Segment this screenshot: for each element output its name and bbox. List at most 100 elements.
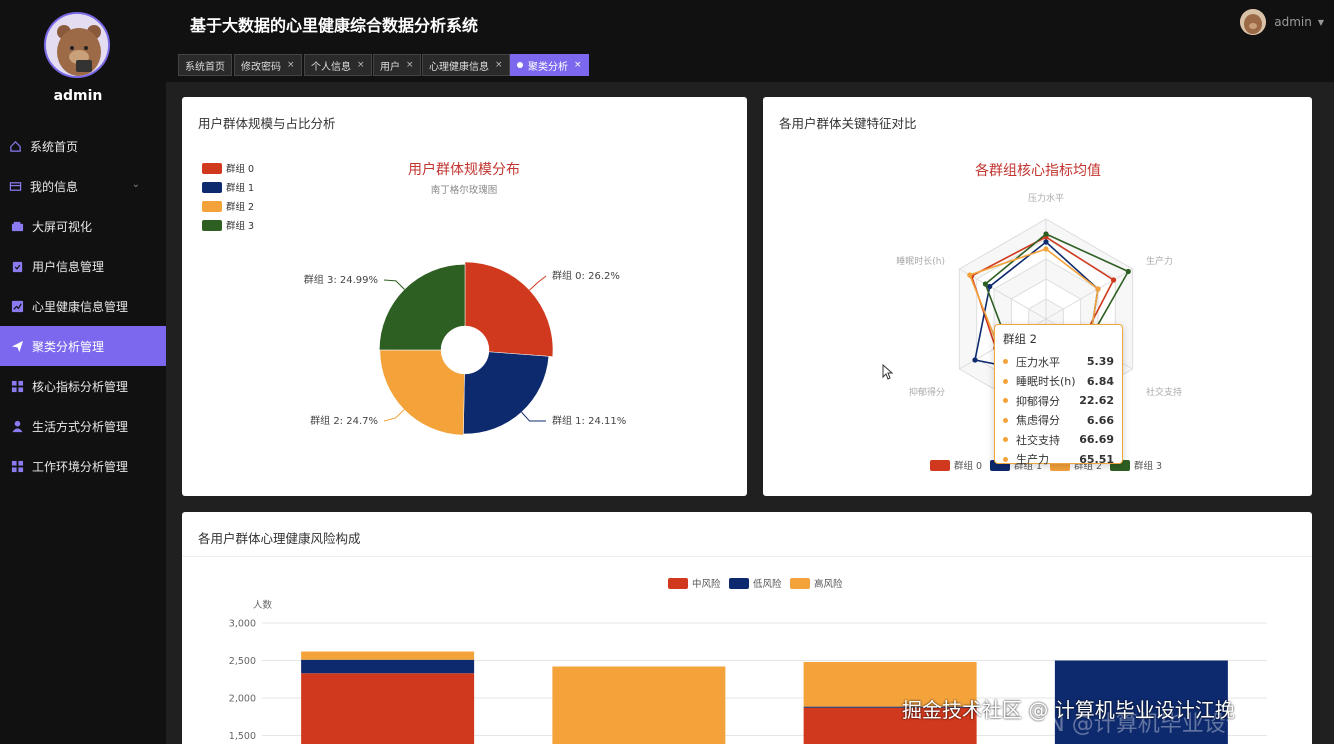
radar-point: [1043, 231, 1049, 237]
tooltip-row-name: 社交支持: [1016, 433, 1060, 447]
tab-label: 系统首页: [185, 61, 225, 73]
tooltip-row-name: 压力水平: [1016, 355, 1060, 369]
series-dot-icon: [1003, 359, 1008, 365]
pie-card: 用户群体规模与占比分析 用户群体规模分布 南丁格尔玫瑰图 群组 0 群组 1 群组 2群…: [182, 97, 747, 496]
top-header: 基于大数据的心里健康综合数据分析系统 admin ▼: [166, 0, 1334, 48]
tab-bar: 系统首页 修改密码 × 个人信息 × 用户 × 心理健康信息 × 聚类分析 ×: [166, 48, 1334, 82]
mouse-cursor-icon: [882, 364, 894, 380]
series-dot-icon: [1003, 378, 1008, 384]
tooltip-row-name: 焦虑得分: [1016, 414, 1060, 428]
sidebar-item-3[interactable]: 大屏可视化: [0, 206, 166, 246]
tab-6[interactable]: 聚类分析 ×: [510, 54, 589, 76]
close-icon[interactable]: ×: [495, 60, 503, 70]
pie-label-line: [529, 275, 547, 291]
radar-tooltip: 群组 2 压力水平 5.39 睡眠时长(h) 6.84 抑郁得分 22.62 焦虑得分 6.6…: [994, 324, 1123, 466]
radar-point: [1095, 286, 1101, 292]
legend-label: 群组 3: [1134, 460, 1162, 472]
tooltip-row-value: 22.62: [1079, 394, 1114, 408]
tooltip-row-value: 5.39: [1086, 355, 1114, 369]
close-icon[interactable]: ×: [574, 60, 582, 70]
legend-swatch: [668, 578, 688, 589]
tooltip-row-value: 66.69: [1079, 433, 1114, 447]
tooltip-row-name: 睡眠时长(h): [1016, 375, 1076, 389]
tooltip-row-name: 抑郁得分: [1016, 394, 1060, 408]
legend-label: 中风险: [692, 578, 721, 590]
pie-slice: [463, 351, 550, 435]
avatar[interactable]: [44, 12, 110, 78]
sidebar-item-9[interactable]: 工作环境分析管理: [0, 446, 166, 486]
pie-label-line: [383, 409, 405, 422]
close-icon[interactable]: ×: [357, 60, 365, 70]
pie-label: 群组 0: 26.2%: [552, 269, 620, 282]
tab-label: 用户: [380, 61, 400, 73]
tab-label: 个人信息: [311, 61, 351, 73]
sidebar-item-2[interactable]: 我的信息 ⌄: [0, 166, 166, 206]
sidebar-item-7[interactable]: 核心指标分析管理: [0, 366, 166, 406]
tooltip-row: 生产力 65.51: [1003, 450, 1114, 470]
radar-indicator-label: 社交支持: [1146, 386, 1182, 398]
radar-indicator-label: 生产力: [1146, 255, 1173, 267]
tab-label: 修改密码: [241, 61, 281, 73]
pie-title: 用户群体规模分布: [408, 161, 520, 178]
tooltip-title: 群组 2: [1003, 332, 1037, 346]
home-icon: [8, 139, 22, 153]
grid-icon: [10, 459, 24, 473]
person-icon: [10, 419, 24, 433]
sidebar-item-label: 工作环境分析管理: [32, 459, 129, 474]
grid-icon: [10, 379, 24, 393]
tooltip-rows: 压力水平 5.39 睡眠时长(h) 6.84 抑郁得分 22.62 焦虑得分 6.66 社交支持…: [1003, 352, 1114, 469]
pie-slice: [464, 261, 554, 357]
sidebar-item-1[interactable]: 系统首页: [0, 126, 166, 166]
tab-1[interactable]: 系统首页: [178, 54, 232, 76]
tab-label: 心理健康信息: [429, 61, 489, 73]
sidebar: admin 系统首页 我的信息 ⌄ 大屏可视化 用户信息管理 心里健康信息管理 聚类分析管理…: [0, 0, 166, 744]
sidebar-item-label: 心里健康信息管理: [32, 299, 129, 314]
tooltip-row-value: 6.84: [1086, 374, 1114, 388]
legend-label: 群组 3: [226, 220, 254, 232]
legend-swatch: [202, 182, 222, 193]
tab-2[interactable]: 修改密码 ×: [234, 54, 302, 76]
legend-swatch: [202, 163, 222, 174]
y-tick-label: 2,000: [229, 694, 256, 705]
tab-5[interactable]: 心理健康信息 ×: [422, 54, 510, 76]
header-avatar: [1240, 9, 1267, 35]
legend-label: 低风险: [753, 578, 782, 590]
close-icon[interactable]: ×: [406, 60, 414, 70]
tab-3[interactable]: 个人信息 ×: [304, 54, 372, 76]
tooltip-row: 社交支持 66.69: [1003, 430, 1114, 450]
legend-label: 群组 1: [226, 182, 254, 194]
legend-swatch: [930, 460, 950, 471]
tooltip-row: 抑郁得分 22.62: [1003, 391, 1114, 411]
sidebar-item-8[interactable]: 生活方式分析管理: [0, 406, 166, 446]
sidebar-item-6[interactable]: 聚类分析管理: [0, 326, 166, 366]
active-dot-icon: [517, 62, 523, 68]
header-user-menu[interactable]: admin ▼: [1240, 9, 1324, 35]
tooltip-row: 睡眠时长(h) 6.84: [1003, 372, 1114, 392]
radar-point: [967, 272, 973, 278]
sidebar-item-label: 核心指标分析管理: [32, 379, 129, 394]
tooltip-row-value: 6.66: [1086, 413, 1114, 427]
tab-4[interactable]: 用户 ×: [373, 54, 421, 76]
sidebar-item-5[interactable]: 心里健康信息管理: [0, 286, 166, 326]
series-dot-icon: [1003, 417, 1008, 423]
y-axis-label: 人数: [253, 599, 273, 611]
legend-label: 群组 2: [226, 201, 254, 213]
sidebar-item-label: 聚类分析管理: [32, 339, 105, 354]
legend-label: 群组 0: [226, 163, 254, 175]
tooltip-row: 压力水平 5.39: [1003, 352, 1114, 372]
system-title: 基于大数据的心里健康综合数据分析系统: [190, 16, 479, 35]
series-dot-icon: [1003, 437, 1008, 443]
bear-avatar-icon: [1240, 9, 1267, 35]
close-icon[interactable]: ×: [287, 60, 295, 70]
y-tick-label: 1,500: [229, 731, 256, 742]
radar-point: [1110, 277, 1117, 283]
radar-title: 各群组核心指标均值: [975, 163, 1101, 179]
radar-point: [982, 281, 988, 287]
pie-label: 群组 2: 24.7%: [310, 414, 378, 427]
radar-point: [972, 357, 978, 363]
legend-label: 群组 0: [954, 460, 982, 472]
radar-indicator-label: 睡眠时长(h): [896, 255, 945, 267]
sidebar-item-4[interactable]: 用户信息管理: [0, 246, 166, 286]
pie-chart[interactable]: 用户群体规模分布南丁格尔玫瑰图 群组 0 群组 1 群组 2 群组 3 群组 0: 26.…: [182, 97, 747, 496]
legend-swatch: [202, 201, 222, 212]
